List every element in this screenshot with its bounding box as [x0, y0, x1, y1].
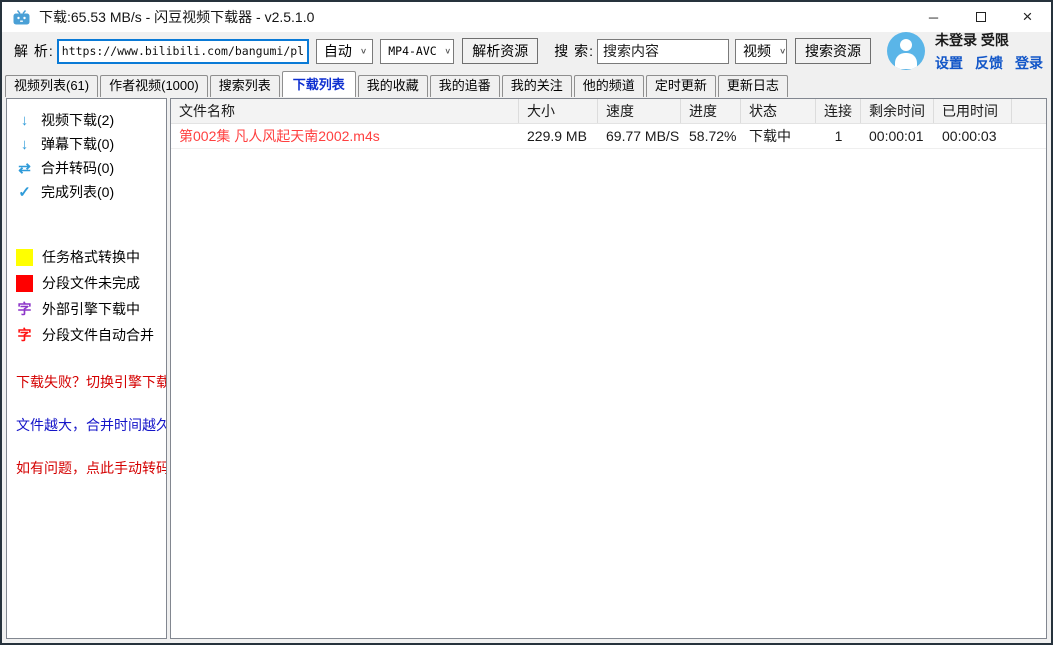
toolbar: 解 析: 自动 ∨ MP4-AVC ∨ 解析资源 搜 索: 视频 ∨ 搜索资源 … — [2, 32, 1051, 70]
column-header-elapsed-time[interactable]: 已用时间 — [934, 99, 1012, 123]
table-row[interactable]: 第002集 凡人风起天南2002.m4s 229.9 MB 69.77 MB/S… — [171, 124, 1046, 149]
window-title: 下载:65.53 MB/s - 闪豆视频下载器 - v2.5.1.0 — [39, 7, 314, 27]
parse-mode-select[interactable]: 自动 ∨ — [316, 39, 373, 64]
column-header-progress[interactable]: 进度 — [681, 99, 741, 123]
user-avatar[interactable] — [887, 32, 925, 70]
tab-search-list[interactable]: 搜索列表 — [210, 75, 280, 97]
tab-my-following[interactable]: 我的关注 — [502, 75, 572, 97]
cell-filename: 第002集 凡人风起天南2002.m4s — [171, 126, 519, 146]
cell-remaining-time: 00:00:01 — [861, 128, 934, 144]
red-text-icon: 字 — [16, 325, 33, 345]
tab-video-list[interactable]: 视频列表(61) — [5, 75, 98, 97]
app-logo-icon — [13, 10, 30, 25]
minimize-button[interactable]: ─ — [910, 2, 957, 32]
tab-download-list[interactable]: 下载列表 — [282, 71, 356, 97]
sidebar-item-completed-list[interactable]: ✓ 完成列表(0) — [16, 180, 166, 204]
parse-resource-button[interactable]: 解析资源 — [462, 38, 538, 64]
cell-connections: 1 — [816, 128, 861, 144]
tab-author-videos[interactable]: 作者视频(1000) — [100, 75, 208, 97]
tab-changelog[interactable]: 更新日志 — [718, 75, 788, 97]
sidebar-item-video-download[interactable]: ↓ 视频下载(2) — [16, 108, 166, 132]
note-manual-transcode[interactable]: 如有问题，点此手动转码 — [16, 458, 166, 478]
chevron-down-icon: ∨ — [437, 47, 451, 56]
column-header-spacer — [1012, 99, 1046, 123]
legend-item: 分段文件未完成 — [16, 270, 166, 296]
tab-bar: 视频列表(61) 作者视频(1000) 搜索列表 下载列表 我的收藏 我的追番 … — [2, 70, 1051, 97]
cell-elapsed-time: 00:00:03 — [934, 128, 1012, 144]
check-icon: ✓ — [16, 183, 33, 201]
download-icon: ↓ — [16, 136, 33, 153]
url-input[interactable] — [57, 39, 309, 64]
legend-item: 任务格式转换中 — [16, 244, 166, 270]
column-header-filename[interactable]: 文件名称 — [171, 99, 519, 123]
search-resource-button[interactable]: 搜索资源 — [795, 38, 871, 64]
window-controls: ─ × — [910, 2, 1051, 32]
column-header-status[interactable]: 状态 — [741, 99, 816, 123]
note-merge-time: 文件越大，合并时间越久 — [16, 415, 166, 435]
table-header: 文件名称 大小 速度 进度 状态 连接 剩余时间 已用时间 — [171, 99, 1046, 124]
tab-scheduled-update[interactable]: 定时更新 — [646, 75, 716, 97]
transcode-icon: ⇄ — [16, 159, 33, 177]
purple-text-icon: 字 — [16, 299, 33, 319]
cell-progress: 58.72% — [681, 128, 741, 144]
legend: 任务格式转换中 分段文件未完成 字 外部引擎下载中 字 分段文件自动合并 — [16, 244, 166, 348]
cell-size: 229.9 MB — [519, 128, 598, 144]
search-type-select[interactable]: 视频 ∨ — [735, 39, 787, 64]
sidebar-item-merge-transcode[interactable]: ⇄ 合并转码(0) — [16, 156, 166, 180]
column-header-remaining-time[interactable]: 剩余时间 — [861, 99, 934, 123]
sidebar-notes: 下载失败？切换引擎下载 文件越大，合并时间越久 如有问题，点此手动转码 — [16, 372, 166, 478]
cell-status: 下载中 — [741, 126, 816, 146]
tab-my-favorites[interactable]: 我的收藏 — [358, 75, 428, 97]
cell-speed: 69.77 MB/S — [598, 128, 681, 144]
person-icon — [895, 53, 917, 69]
content-area: ↓ 视频下载(2) ↓ 弹幕下载(0) ⇄ 合并转码(0) ✓ 完成列表(0) … — [2, 97, 1051, 643]
download-icon: ↓ — [16, 112, 33, 129]
legend-item: 字 外部引擎下载中 — [16, 296, 166, 322]
column-header-connections[interactable]: 连接 — [816, 99, 861, 123]
login-status: 未登录 受限 — [935, 30, 1043, 50]
sidebar: ↓ 视频下载(2) ↓ 弹幕下载(0) ⇄ 合并转码(0) ✓ 完成列表(0) … — [6, 98, 167, 639]
red-swatch-icon — [16, 275, 33, 292]
maximize-icon — [976, 12, 986, 22]
tab-my-bangumi[interactable]: 我的追番 — [430, 75, 500, 97]
title-bar: 下载:65.53 MB/s - 闪豆视频下载器 - v2.5.1.0 ─ × — [2, 2, 1051, 32]
search-label: 搜 索: — [554, 41, 594, 61]
person-icon — [900, 39, 912, 51]
column-header-speed[interactable]: 速度 — [598, 99, 681, 123]
tab-his-channel[interactable]: 他的频道 — [574, 75, 644, 97]
chevron-down-icon: ∨ — [771, 47, 786, 56]
yellow-swatch-icon — [16, 249, 33, 266]
search-input[interactable] — [597, 39, 729, 64]
download-table: 文件名称 大小 速度 进度 状态 连接 剩余时间 已用时间 第002集 凡人风起… — [170, 98, 1047, 639]
close-button[interactable]: × — [1004, 2, 1051, 32]
maximize-button[interactable] — [957, 2, 1004, 32]
format-select[interactable]: MP4-AVC ∨ — [380, 39, 454, 64]
chevron-down-icon: ∨ — [352, 47, 367, 56]
parse-label: 解 析: — [14, 41, 54, 61]
legend-item: 字 分段文件自动合并 — [16, 322, 166, 348]
column-header-size[interactable]: 大小 — [519, 99, 598, 123]
login-block: 未登录 受限 设置 反馈 登录 — [935, 30, 1043, 73]
sidebar-item-danmaku-download[interactable]: ↓ 弹幕下载(0) — [16, 132, 166, 156]
app-window: 下载:65.53 MB/s - 闪豆视频下载器 - v2.5.1.0 ─ × 解… — [0, 0, 1053, 645]
note-switch-engine[interactable]: 下载失败？切换引擎下载 — [16, 372, 166, 392]
